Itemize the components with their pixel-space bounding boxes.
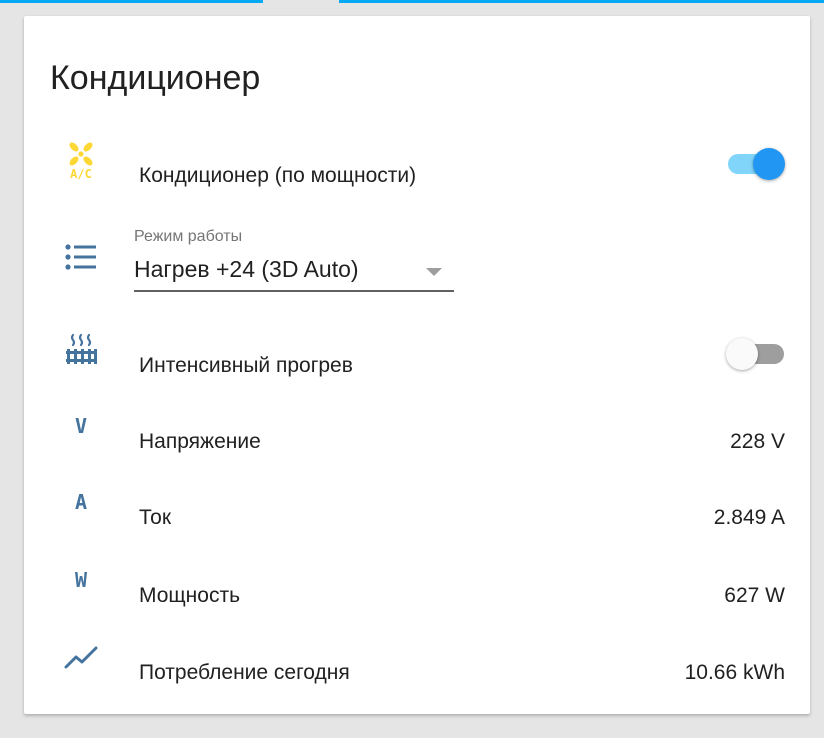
mode-select[interactable]: Режим работы Нагрев +24 (3D Auto) — [134, 228, 454, 292]
letter-v-icon: V — [74, 414, 88, 438]
row-power[interactable]: W Мощность 627 W — [24, 552, 810, 608]
svg-text:A/C: A/C — [70, 167, 92, 180]
row-label-power: Мощность — [139, 584, 241, 607]
row-label-current: Ток — [139, 506, 172, 529]
row-label-voltage: Напряжение — [139, 430, 261, 453]
row-value-energy-today: 10.66 kWh — [684, 661, 785, 684]
row-value-power: 627 W — [724, 584, 785, 607]
toggle-thumb — [753, 148, 785, 180]
intensive-heat-toggle[interactable] — [726, 334, 784, 370]
top-bar-gap — [263, 0, 339, 3]
toggle-thumb — [726, 338, 758, 370]
row-label-ac-power: Кондиционер (по мощности) — [139, 164, 417, 187]
top-accent-bar — [0, 0, 824, 3]
card-title: Кондиционер — [50, 59, 261, 97]
letter-w-icon: W — [74, 568, 88, 592]
chart-line-icon — [64, 640, 98, 674]
row-voltage[interactable]: V Напряжение 228 V — [24, 398, 810, 454]
ac-power-toggle[interactable] — [726, 144, 785, 180]
letter-a-icon: A — [74, 490, 88, 514]
air-conditioner-icon: A/C — [64, 142, 98, 180]
row-energy-today[interactable]: Потребление сегодня 10.66 kWh — [24, 629, 810, 685]
select-underline — [134, 290, 454, 292]
row-current[interactable]: A Ток 2.849 A — [24, 474, 810, 530]
radiator-icon — [64, 333, 98, 367]
mode-select-label: Режим работы — [134, 228, 243, 245]
row-value-current: 2.849 A — [713, 506, 785, 529]
row-intensive-heat[interactable]: Интенсивный прогрев — [24, 322, 810, 378]
row-value-voltage: 228 V — [730, 430, 785, 453]
entities-card: Кондиционер A/C Кондиционер (по мощности… — [24, 16, 810, 714]
format-list-bulleted-icon — [64, 240, 98, 274]
row-label-intensive-heat: Интенсивный прогрев — [139, 354, 353, 377]
chevron-down-icon[interactable] — [426, 268, 442, 276]
row-label-energy-today: Потребление сегодня — [139, 661, 350, 684]
row-ac-power[interactable]: A/C Кондиционер (по мощности) — [24, 132, 810, 188]
mode-select-value: Нагрев +24 (3D Auto) — [134, 256, 359, 282]
